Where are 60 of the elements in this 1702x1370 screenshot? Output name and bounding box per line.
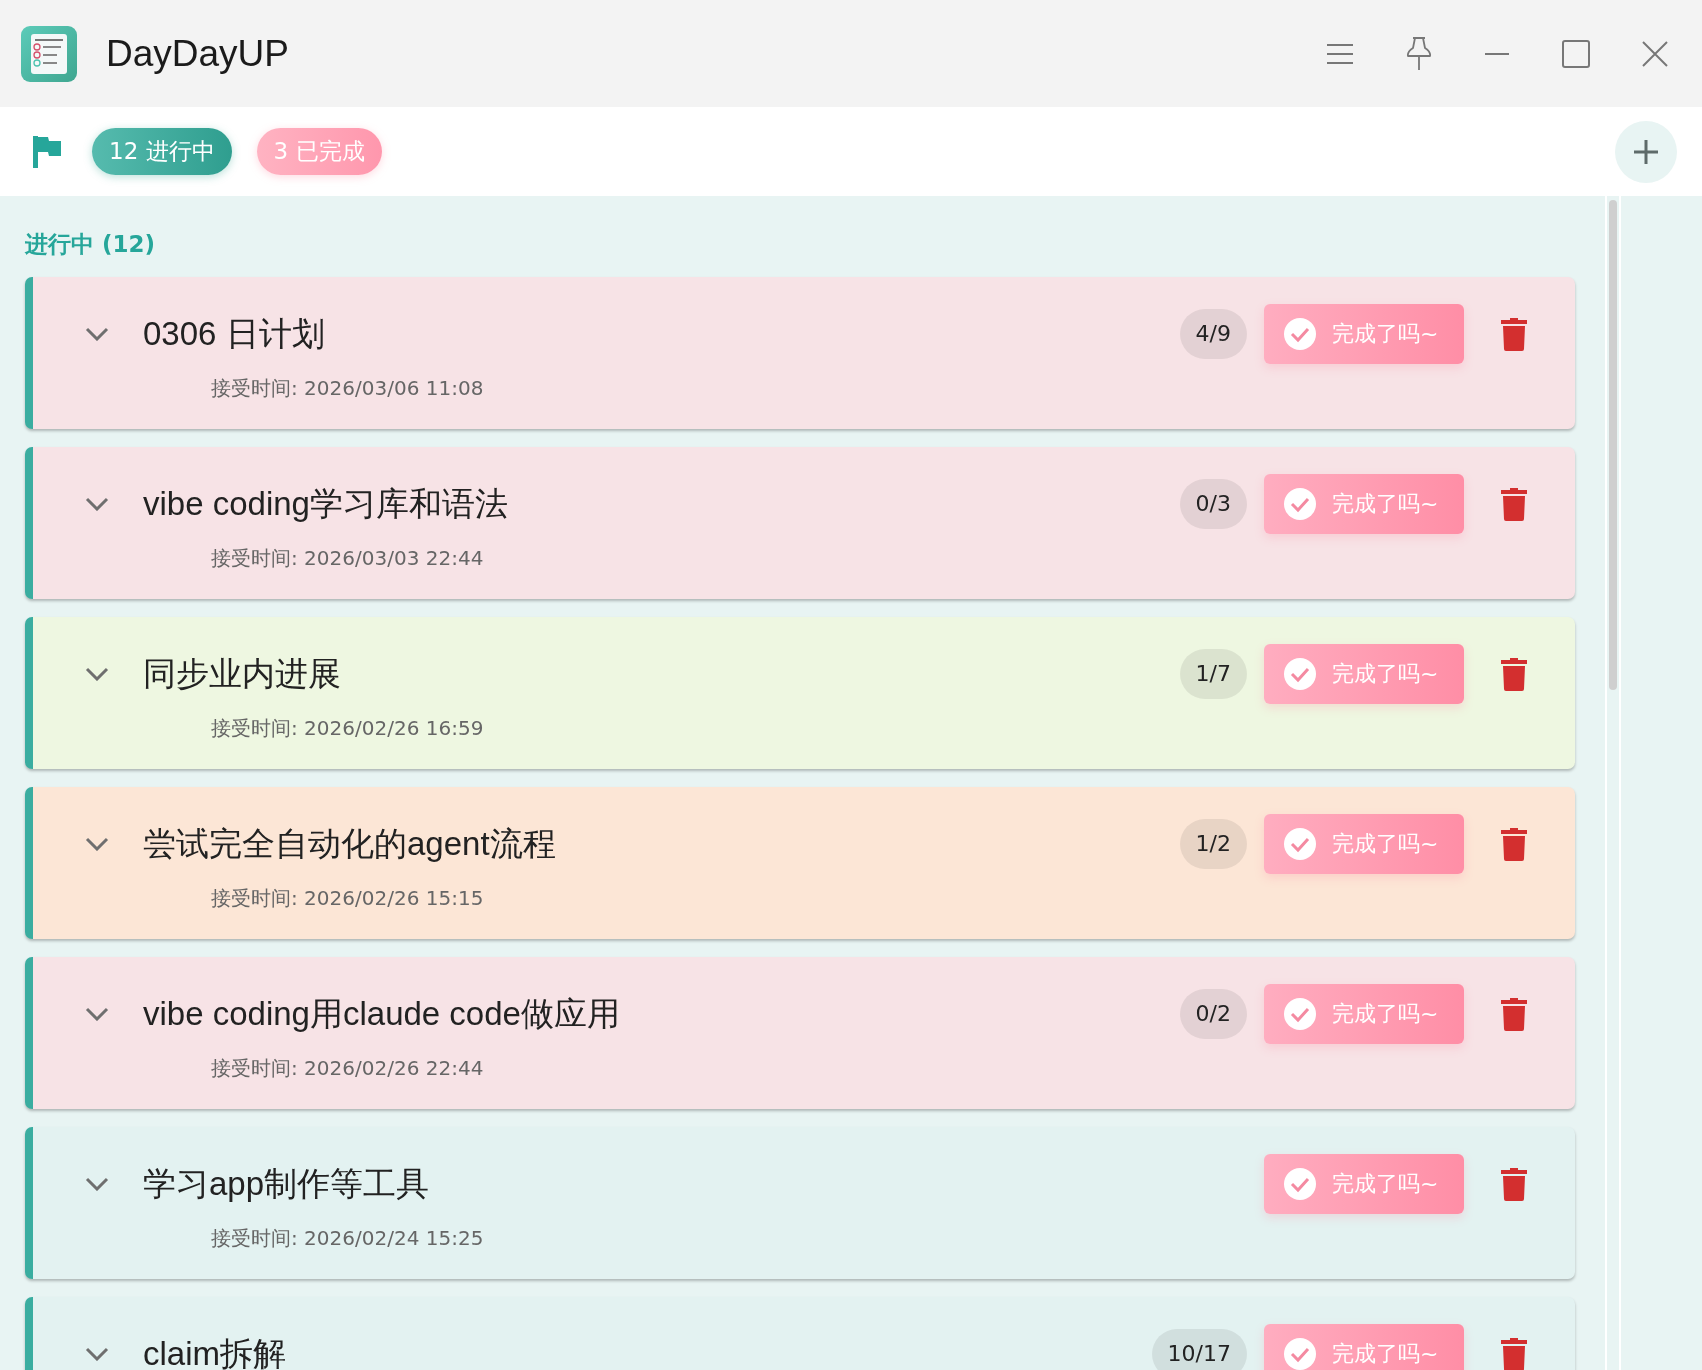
progress-count: 4/9: [1179, 309, 1247, 359]
accepted-time: 接受时间: 2026/03/03 22:44: [211, 545, 485, 572]
accepted-time: 接受时间: 2026/02/26 15:15: [211, 885, 485, 912]
check-circle-icon: [1284, 658, 1316, 690]
task-title: 同步业内进展: [143, 653, 341, 694]
task-title: 学习app制作等工具: [143, 1163, 430, 1204]
progress-count: 0/3: [1179, 479, 1247, 529]
chevron-down-icon[interactable]: [85, 327, 109, 341]
complete-button[interactable]: 完成了吗~: [1264, 304, 1464, 364]
pin-icon[interactable]: [1406, 36, 1432, 71]
trash-icon[interactable]: [1501, 827, 1527, 861]
menu-icon[interactable]: [1326, 42, 1354, 65]
filter-chip[interactable]: 12 进行中: [92, 128, 232, 175]
check-circle-icon: [1284, 1338, 1316, 1370]
task-title: vibe coding用claude code做应用: [143, 993, 620, 1034]
accepted-time: 接受时间: 2026/02/26 16:59: [211, 715, 485, 742]
scrollbar-thumb[interactable]: [1609, 200, 1617, 690]
check-circle-icon: [1284, 318, 1316, 350]
section-title: 进行中 (12): [25, 230, 157, 259]
chevron-down-icon[interactable]: [85, 667, 109, 681]
trash-icon[interactable]: [1501, 487, 1527, 521]
complete-button[interactable]: 完成了吗~: [1264, 1324, 1464, 1370]
accepted-time: 接受时间: 2026/02/24 15:25: [211, 1225, 485, 1252]
trash-icon[interactable]: [1501, 657, 1527, 691]
task-title: claim拆解: [143, 1333, 286, 1370]
accepted-time: 接受时间: 2026/03/06 11:08: [211, 375, 485, 402]
close-icon[interactable]: [1642, 40, 1668, 67]
progress-count: 1/7: [1179, 649, 1247, 699]
check-circle-icon: [1284, 488, 1316, 520]
chevron-down-icon[interactable]: [85, 1347, 109, 1361]
chevron-down-icon[interactable]: [85, 497, 109, 511]
check-circle-icon: [1284, 828, 1316, 860]
window-title: DayDayUP: [106, 32, 289, 75]
task-title: 尝试完全自动化的agent流程: [143, 823, 556, 864]
complete-button[interactable]: 完成了吗~: [1264, 1154, 1464, 1214]
progress-count: 0/2: [1179, 989, 1247, 1039]
minimize-icon[interactable]: [1484, 51, 1510, 56]
task-title: 0306 日计划: [143, 313, 325, 354]
flag-icon: [33, 135, 61, 168]
progress-count: 10/17: [1151, 1329, 1247, 1370]
check-circle-icon: [1284, 998, 1316, 1030]
trash-icon[interactable]: [1501, 317, 1527, 351]
trash-icon[interactable]: [1501, 997, 1527, 1031]
chevron-down-icon[interactable]: [85, 1177, 109, 1191]
chevron-down-icon[interactable]: [85, 837, 109, 851]
complete-button[interactable]: 完成了吗~: [1264, 474, 1464, 534]
plus-icon: [1633, 138, 1659, 165]
complete-button[interactable]: 完成了吗~: [1264, 984, 1464, 1044]
trash-icon[interactable]: [1501, 1337, 1527, 1370]
filter-chip[interactable]: 3 已完成: [256, 128, 382, 175]
app-logo-icon: [21, 25, 77, 82]
chevron-down-icon[interactable]: [85, 1007, 109, 1021]
trash-icon[interactable]: [1501, 1167, 1527, 1201]
task-title: vibe coding学习库和语法: [143, 483, 508, 524]
complete-button[interactable]: 完成了吗~: [1264, 814, 1464, 874]
progress-count: 1/2: [1179, 819, 1247, 869]
maximize-icon[interactable]: [1562, 39, 1590, 68]
accepted-time: 接受时间: 2026/02/26 22:44: [211, 1055, 485, 1082]
check-circle-icon: [1284, 1168, 1316, 1200]
complete-button[interactable]: 完成了吗~: [1264, 644, 1464, 704]
